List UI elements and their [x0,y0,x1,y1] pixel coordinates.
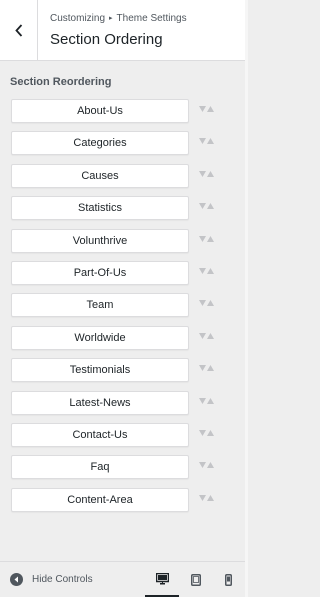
scrollbar [245,0,248,597]
breadcrumb-root: Customizing [50,13,106,24]
section-item[interactable]: Content-Area [11,487,189,512]
move-down-arrow-icon[interactable] [199,170,206,177]
move-up-arrow-icon[interactable] [207,494,214,501]
move-down-arrow-icon[interactable] [199,332,206,339]
move-down-arrow-icon[interactable] [199,138,206,145]
list-item: Volunthrive [11,228,241,253]
move-up-arrow-icon[interactable] [207,429,214,436]
list-item: Statistics [11,196,241,221]
section-item[interactable]: Volunthrive [11,228,189,253]
move-up-arrow-icon[interactable] [207,300,214,307]
section-item[interactable]: Statistics [11,196,189,221]
reorder-arrows [199,235,214,242]
preview-tablet-button[interactable] [179,562,213,597]
move-up-arrow-icon[interactable] [207,235,214,242]
section-item[interactable]: About-Us [11,99,189,123]
section-item[interactable]: Latest-News [11,390,189,415]
section-item[interactable]: Categories [11,131,189,156]
list-item: Contact-Us [11,422,241,447]
reorder-arrows [199,300,214,307]
section-item[interactable]: Testimonials [11,358,189,383]
move-up-arrow-icon[interactable] [207,397,214,404]
preview-desktop-button[interactable] [145,562,179,597]
move-up-arrow-icon[interactable] [207,332,214,339]
move-up-arrow-icon[interactable] [207,203,214,210]
list-item: Content-Area [11,487,241,512]
move-up-arrow-icon[interactable] [207,170,214,177]
move-up-arrow-icon[interactable] [207,462,214,469]
move-up-arrow-icon[interactable] [207,365,214,372]
list-item: About-Us [11,99,241,123]
reorder-arrows [199,332,214,339]
move-down-arrow-icon[interactable] [199,235,206,242]
section-item[interactable]: Part-Of-Us [11,260,189,285]
move-up-arrow-icon[interactable] [207,138,214,145]
move-down-arrow-icon[interactable] [199,267,206,274]
list-item: Causes [11,163,241,188]
section-item[interactable]: Worldwide [11,325,189,350]
reorder-arrows [199,462,214,469]
list-item: Faq [11,455,241,480]
move-down-arrow-icon[interactable] [199,106,206,112]
move-down-arrow-icon[interactable] [199,494,206,501]
section-item[interactable]: Faq [11,455,189,480]
reorder-arrows [199,494,214,501]
back-button[interactable] [0,0,38,61]
reorder-arrows [199,365,214,372]
list-item: Latest-News [11,390,241,415]
move-up-arrow-icon[interactable] [207,106,214,112]
breadcrumb-leaf: Theme Settings [116,13,187,24]
reorder-arrows [199,170,214,177]
sortable-list: About-Us Categories Causes Statistics Vo… [11,99,241,520]
reorder-arrows [199,203,214,210]
reorder-arrows [199,267,214,274]
reorder-arrows [199,138,214,145]
list-item: Team [11,293,241,318]
list-item: Part-Of-Us [11,260,241,285]
desktop-icon [155,572,169,584]
customizer-footer: Hide Controls [0,561,245,597]
move-up-arrow-icon[interactable] [207,267,214,274]
move-down-arrow-icon[interactable] [199,429,206,436]
reorder-arrows [199,397,214,404]
section-item[interactable]: Team [11,293,189,318]
caret-right-icon: ▸ [109,15,113,22]
breadcrumb: Customizing ▸ Theme Settings [50,13,187,24]
move-down-arrow-icon[interactable] [199,300,206,307]
move-down-arrow-icon[interactable] [199,397,206,404]
chevron-left-icon [14,24,22,37]
list-item: Testimonials [11,358,241,383]
list-item: Worldwide [11,325,241,350]
hide-controls-button[interactable]: Hide Controls [10,573,93,586]
list-item: Categories [11,131,241,156]
reorder-arrows [199,429,214,436]
move-down-arrow-icon[interactable] [199,462,206,469]
move-down-arrow-icon[interactable] [199,365,206,372]
section-item[interactable]: Causes [11,163,189,188]
panel-header: Customizing ▸ Theme Settings Section Order… [0,0,245,61]
section-label: Section Reordering [10,76,112,88]
move-down-arrow-icon[interactable] [199,203,206,210]
reorder-arrows [199,106,214,112]
collapse-arrow-icon [10,573,23,586]
hide-controls-label: Hide Controls [32,574,93,585]
tablet-icon [191,574,201,586]
page-title: Section Ordering [50,31,163,48]
preview-mobile-button[interactable] [211,562,245,597]
section-item[interactable]: Contact-Us [11,422,189,447]
mobile-icon [224,574,232,586]
